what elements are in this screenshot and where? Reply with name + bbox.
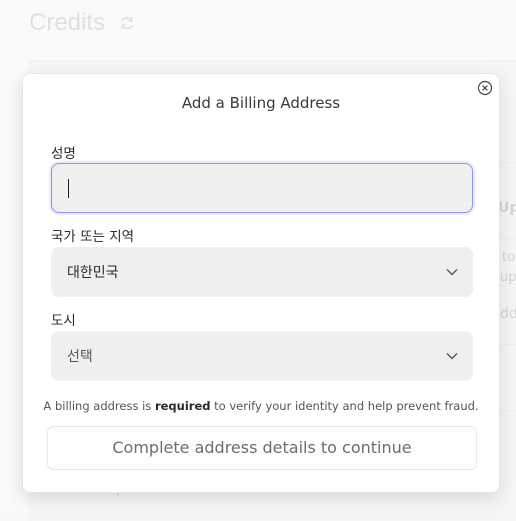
city-selected-value: 선택 (67, 349, 93, 365)
name-input[interactable] (52, 164, 472, 212)
chevron-down-icon (446, 269, 458, 276)
note-suffix: to verify your identity and help prevent… (210, 399, 479, 413)
continue-button[interactable]: Complete address details to continue (47, 426, 477, 470)
city-select[interactable]: 선택 (51, 331, 473, 381)
country-select[interactable]: 대한민국 (51, 247, 473, 297)
country-selected-value: 대한민국 (67, 265, 119, 281)
name-field[interactable] (51, 163, 473, 213)
note-prefix: A billing address is (43, 399, 155, 413)
country-label: 국가 또는 지역 (51, 229, 135, 245)
city-label: 도시 (51, 313, 76, 329)
chevron-down-icon (446, 353, 458, 360)
dialog-title: Add a Billing Address (181, 94, 341, 112)
name-label: 성명 (51, 146, 76, 162)
billing-address-dialog: Add a Billing Address 성명 국가 또는 지역 대한민국 도… (22, 73, 500, 493)
text-caret (68, 179, 69, 198)
billing-note: A billing address is required to verify … (23, 399, 499, 413)
note-required: required (154, 399, 211, 413)
